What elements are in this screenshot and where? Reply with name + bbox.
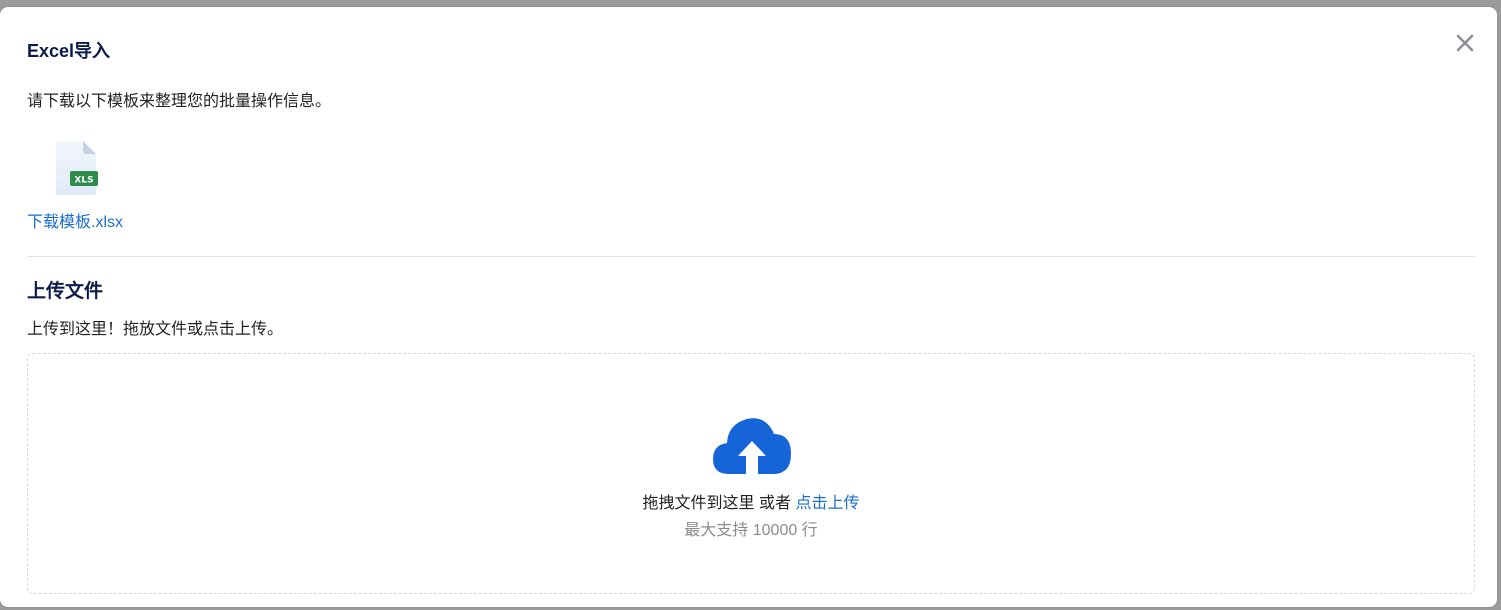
template-instruction: 请下载以下模板来整理您的批量操作信息。	[27, 93, 332, 110]
cloud-upload-icon	[711, 414, 793, 476]
drop-text: 拖拽文件到这里 或者	[642, 495, 796, 512]
row-limit-hint: 最大支持 10000 行	[684, 522, 818, 539]
xls-file-icon[interactable]: XLS	[52, 139, 102, 197]
xls-badge-text: XLS	[74, 176, 93, 186]
excel-import-dialog: Excel导入 请下载以下模板来整理您的批量操作信息。 XLS 下载模板.xls…	[0, 7, 1497, 607]
section-divider	[27, 256, 1475, 257]
file-dropzone[interactable]: 拖拽文件到这里 或者 点击上传 最大支持 10000 行	[27, 353, 1475, 594]
upload-section-title: 上传文件	[27, 281, 104, 302]
close-button[interactable]	[1453, 31, 1477, 55]
close-icon	[1456, 34, 1474, 52]
click-upload-link[interactable]: 点击上传	[795, 495, 859, 512]
dialog-title: Excel导入	[27, 41, 111, 61]
upload-section-description: 上传到这里！拖放文件或点击上传。	[27, 321, 284, 338]
drop-instruction: 拖拽文件到这里 或者 点击上传	[28, 493, 1474, 515]
download-template-link[interactable]: 下载模板.xlsx	[27, 213, 123, 233]
